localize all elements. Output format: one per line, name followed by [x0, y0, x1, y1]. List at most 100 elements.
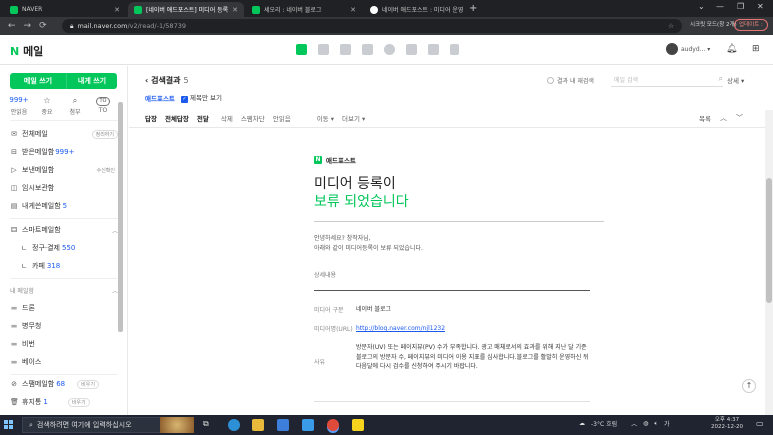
tab-adpost-media[interactable]: 네이버 애드포스트 : 미디어 운영 ✕	[364, 2, 464, 17]
volume-icon[interactable]: 🔈︎	[654, 420, 658, 428]
tab-list-chevron-icon[interactable]: ⌄	[698, 2, 705, 11]
sidebar-item-folder-base[interactable]: ▬ 베이스	[10, 354, 118, 370]
tray-chevron-icon[interactable]: ︿	[631, 419, 637, 428]
reload-icon[interactable]: ⟳	[39, 21, 47, 31]
read-receipt-link[interactable]: 수신확인	[94, 167, 118, 174]
sidebar-item-billing[interactable]: ㄴ 정구·결제 550	[20, 240, 118, 256]
reply-button[interactable]: 답장	[145, 113, 157, 123]
sidebar-item-inbox[interactable]: ⊟ 받은메일함 999+	[10, 144, 118, 160]
ime-icon[interactable]: 가	[664, 419, 670, 428]
to-filter[interactable]: TO TO	[92, 96, 114, 114]
taskbar-clock[interactable]: 오후 4:37 2022-12-20	[711, 417, 743, 431]
more-dropdown[interactable]: 더보기 ▾	[342, 113, 365, 123]
section-label: 내 메일함	[10, 287, 34, 295]
unread-filter[interactable]: 999+ 안읽음	[8, 96, 30, 116]
close-tab-icon[interactable]: ✕	[114, 6, 120, 14]
sidebar-item-all-mail[interactable]: ✉ 전체메일 정리하기	[10, 126, 118, 142]
maximize-icon[interactable]: ❐	[737, 2, 744, 11]
my-mailbox-header[interactable]: 내 메일함 ︿	[10, 282, 118, 298]
close-window-icon[interactable]: ✕	[757, 2, 764, 11]
next-mail-chevron-icon[interactable]: ﹀	[736, 113, 743, 123]
sidebar-item-folder-drone[interactable]: ▬ 드론	[10, 300, 118, 316]
sidebar-item-trash[interactable]: 🗑︎ 휴지통 1 비우기	[10, 394, 118, 410]
user-menu[interactable]: audyd... ▾	[666, 43, 710, 55]
back-to-results[interactable]: ‹ 검색결과 5	[145, 75, 189, 86]
mybox-service-icon[interactable]	[384, 44, 395, 55]
sidebar-item-spam[interactable]: ⊘ 스팸메일함 68 비우기	[10, 376, 118, 392]
scrollbar-thumb[interactable]	[766, 178, 772, 303]
tab-blog[interactable]: 세오리 : 네이버 블로그 ✕	[246, 2, 362, 17]
incognito-label[interactable]: 시크릿 모드(창 2개)	[690, 20, 737, 28]
taskbar-search-input[interactable]: ⌕ 검색하려면 여기에 입력하십시오	[22, 417, 182, 433]
sidebar-item-folder-password[interactable]: ▬ 비번	[10, 336, 118, 352]
minimize-icon[interactable]: —	[716, 2, 724, 11]
forward-button[interactable]: 전달	[197, 113, 209, 123]
compose-button[interactable]: 메일 쓰기	[10, 73, 66, 89]
vibe-service-icon[interactable]	[406, 44, 417, 55]
empty-trash-button[interactable]: 비우기	[67, 397, 90, 407]
search-highlight-image[interactable]	[160, 417, 194, 433]
delete-button[interactable]: 삭제	[221, 113, 233, 123]
calendar-service-icon[interactable]	[318, 44, 329, 55]
detail-search-button[interactable]: 상세 ▾	[727, 75, 744, 85]
edge-icon[interactable]	[228, 419, 240, 431]
message-title-line2: 보류 되었습니다	[314, 194, 409, 210]
sidebar-item-smart[interactable]: ⚃ 스마트메일함 ︿	[10, 222, 118, 238]
empty-spam-button[interactable]: 비우기	[77, 379, 99, 389]
folder-label: 받은메일함	[22, 148, 55, 156]
notification-bell-icon[interactable]: 🔔︎	[726, 44, 737, 54]
network-icon[interactable]: ◍	[643, 420, 648, 427]
block-spam-button[interactable]: 스팸차단	[241, 113, 265, 123]
sidebar-item-folder-mma[interactable]: ▬ 병무청	[10, 318, 118, 334]
back-arrow-icon[interactable]: ←	[8, 21, 16, 31]
organize-button[interactable]: 정리하기	[91, 129, 118, 139]
important-filter[interactable]: ☆ 중요	[36, 96, 58, 116]
mail-app-icon[interactable]	[302, 419, 314, 431]
contacts-service-icon[interactable]	[362, 44, 373, 55]
naver-mail-logo[interactable]: N 메일	[10, 43, 43, 59]
memo-service-icon[interactable]	[340, 44, 351, 55]
sidebar-item-sent[interactable]: ▷ 보낸메일함 수신확인	[10, 162, 118, 178]
file-explorer-icon[interactable]	[252, 419, 264, 431]
new-tab-icon[interactable]: +	[469, 3, 477, 14]
sidebar-item-self-sent[interactable]: ▤ 내게쓴메일함 5	[10, 198, 118, 214]
scroll-top-button[interactable]: ↑	[742, 379, 756, 393]
bookmark-service-icon[interactable]	[450, 44, 459, 55]
update-button[interactable]: 업데이트 :	[734, 19, 768, 31]
move-dropdown[interactable]: 이동 ▾	[317, 113, 334, 123]
windows-start-icon[interactable]	[4, 420, 14, 430]
sidebar-scrollbar[interactable]	[118, 102, 123, 332]
subject-only-toggle[interactable]: ✓ 제목만 보기	[180, 92, 222, 103]
mark-unread-button[interactable]: 안읽음	[273, 113, 291, 123]
previous-mail-chevron-icon[interactable]: ︿	[720, 113, 727, 123]
write-to-me-button[interactable]: 내게 쓰기	[66, 73, 117, 89]
url-field[interactable]: 🔒︎ mail.naver.com/v2/read/-1/58739 ☆	[62, 19, 682, 33]
media-url-link[interactable]: http://blog.naver.com/njl1232	[356, 324, 591, 334]
list-button[interactable]: 목록	[699, 113, 711, 123]
search-icon[interactable]: ⌕	[719, 74, 723, 84]
notification-center-icon[interactable]: ▭	[756, 419, 764, 428]
tab-adpost-mail[interactable]: [네이버 애드포스트] 미디어 등록 ✕	[128, 2, 244, 17]
close-tab-icon[interactable]: ✕	[232, 6, 238, 14]
task-view-icon[interactable]: ⧉	[203, 419, 215, 431]
sidebar-item-cafe[interactable]: ㄴ 카페 318	[20, 258, 118, 274]
mail-search-input[interactable]: 메일 검색 ⌕	[611, 72, 723, 87]
kakaotalk-icon[interactable]	[352, 419, 364, 431]
tab-label: [네이버 애드포스트] 미디어 등록	[146, 7, 229, 14]
search-within-toggle[interactable]: 결과 내 재검색	[547, 76, 594, 85]
reply-all-button[interactable]: 전체답장	[165, 113, 189, 123]
chrome-icon[interactable]	[327, 419, 339, 431]
store-icon[interactable]	[277, 419, 289, 431]
weather-text[interactable]: -3°C 흐림	[591, 419, 617, 428]
mail-service-icon[interactable]	[296, 44, 307, 55]
cafe-service-icon[interactable]	[428, 44, 439, 55]
greeting-line2: 아래와 같이 미디어등록이 보류 되었습니다.	[314, 245, 423, 252]
content-scrollbar[interactable]	[765, 110, 773, 415]
tab-naver[interactable]: NAVER ✕	[4, 2, 126, 17]
bookmark-star-icon[interactable]: ☆	[668, 22, 674, 30]
sidebar-item-drafts[interactable]: ◫ 임시보관함	[10, 180, 118, 196]
forward-arrow-icon[interactable]: →	[24, 21, 32, 31]
app-grid-icon[interactable]: ⊞	[752, 44, 760, 54]
close-tab-icon[interactable]: ✕	[350, 6, 356, 14]
attachment-filter[interactable]: ⌕ 첨부	[64, 96, 86, 116]
